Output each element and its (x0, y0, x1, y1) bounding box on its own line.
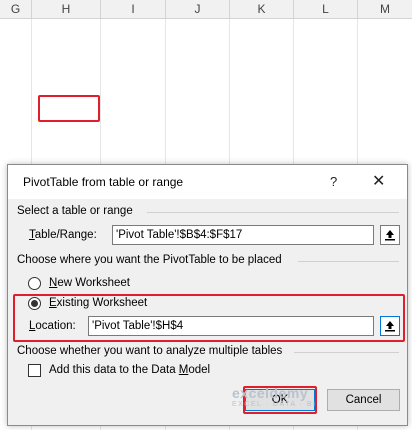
dialog-title-bar[interactable]: PivotTable from table or range ? ✕ (8, 165, 407, 199)
data-model-label[interactable]: Add this data to the Data Model (49, 364, 210, 376)
cancel-button[interactable]: Cancel (327, 389, 400, 411)
data-model-text-post: odel (188, 364, 211, 376)
selected-cell-h4-highlight[interactable] (38, 95, 100, 122)
new-worksheet-radio[interactable] (28, 277, 41, 290)
select-range-section-label: Select a table or range (17, 205, 133, 217)
table-range-label: Table/Range: (29, 229, 97, 241)
table-range-input[interactable]: 'Pivot Table'!$B$4:$F$17 (112, 225, 374, 245)
section-divider (147, 212, 399, 213)
column-header-m[interactable]: M (358, 0, 412, 18)
ok-button-highlight (243, 386, 317, 414)
pivottable-dialog: PivotTable from table or range ? ✕ Selec… (7, 164, 408, 426)
section-divider (294, 352, 399, 353)
column-header-h[interactable]: H (32, 0, 101, 18)
column-header-k[interactable]: K (230, 0, 294, 18)
placement-section-label: Choose where you want the PivotTable to … (17, 254, 282, 266)
new-worksheet-label[interactable]: New Worksheet (49, 277, 130, 289)
help-button[interactable]: ? (330, 174, 337, 189)
column-header-i[interactable]: I (101, 0, 166, 18)
range-picker-icon (385, 230, 395, 241)
column-header-g[interactable]: G (0, 0, 32, 18)
column-header-j[interactable]: J (166, 0, 230, 18)
data-model-checkbox[interactable] (28, 364, 41, 377)
existing-worksheet-highlight (13, 294, 405, 342)
close-button[interactable]: ✕ (372, 171, 385, 191)
data-model-text-pre: Add this data to the Data (49, 364, 179, 376)
data-model-accesskey: M (178, 364, 189, 376)
new-worksheet-text: ew Worksheet (57, 277, 130, 289)
table-range-collapse-button[interactable] (380, 225, 400, 245)
dialog-title: PivotTable from table or range (23, 175, 184, 189)
section-divider (298, 261, 399, 262)
column-header-l[interactable]: L (294, 0, 358, 18)
column-header-row: G H I J K L M (0, 0, 412, 19)
table-range-label-text: able/Range: (34, 229, 97, 241)
multiple-tables-section-label: Choose whether you want to analyze multi… (17, 345, 283, 357)
